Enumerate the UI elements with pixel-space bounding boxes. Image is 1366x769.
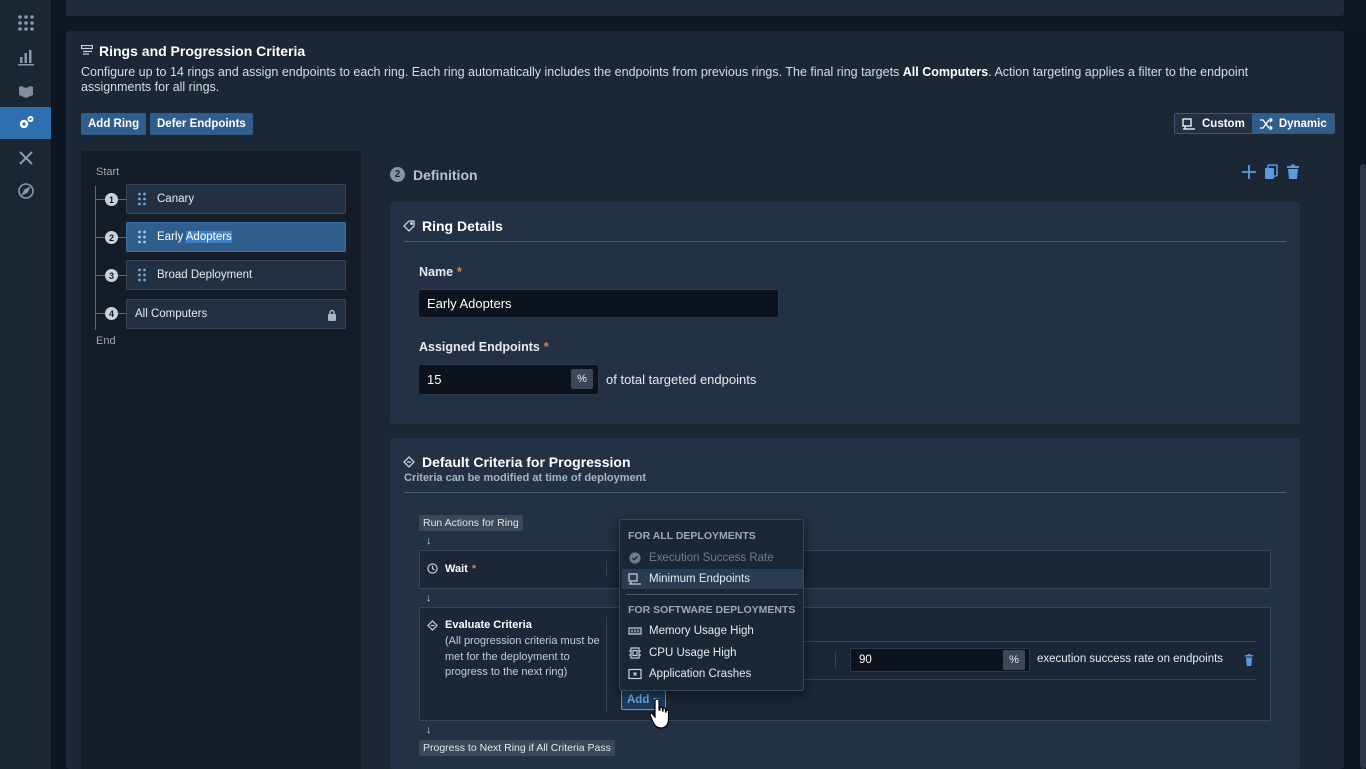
ring-number-2: 2 bbox=[105, 231, 118, 244]
ring-number-3: 3 bbox=[105, 269, 118, 282]
flow-arrow-3: ↓ bbox=[426, 724, 432, 736]
ring-name-input[interactable]: Early Adopters bbox=[418, 289, 779, 318]
run-actions-chip: Run Actions for Ring bbox=[419, 515, 523, 531]
rings-header-icon bbox=[81, 45, 93, 55]
evaluate-diamond-icon bbox=[427, 620, 438, 631]
lock-icon bbox=[328, 309, 336, 321]
ring-number-4: 4 bbox=[105, 307, 118, 320]
ring-item-canary[interactable]: Canary bbox=[126, 184, 346, 214]
ring-details-title: Ring Details bbox=[422, 218, 503, 234]
percent-unit: % bbox=[571, 369, 593, 389]
cpu-icon bbox=[629, 647, 641, 659]
criteria-row-separator bbox=[835, 652, 836, 668]
criterion-description: execution success rate on endpoints bbox=[1037, 653, 1224, 665]
defer-endpoints-button[interactable]: Defer Endpoints bbox=[150, 113, 253, 135]
remove-criterion-trash-icon[interactable] bbox=[1244, 654, 1254, 666]
menu-section-all-deployments: FOR ALL DEPLOYMENTS bbox=[628, 530, 756, 542]
custom-icon bbox=[1182, 117, 1195, 130]
custom-mode-button[interactable]: Custom bbox=[1175, 114, 1252, 133]
nav-rail bbox=[0, 0, 51, 769]
ring-item-label: Canary bbox=[157, 193, 195, 205]
ring-details-divider bbox=[404, 241, 1286, 242]
ring-item-early-adopters[interactable]: Early Adopters bbox=[126, 222, 346, 252]
evaluate-separator bbox=[606, 617, 607, 711]
criteria-divider bbox=[404, 492, 1286, 493]
ring-item-label: Broad Deployment bbox=[157, 269, 253, 281]
page-scrollbar[interactable] bbox=[1360, 164, 1366, 769]
gears-icon[interactable] bbox=[0, 107, 51, 139]
name-label: Name * bbox=[419, 265, 462, 279]
menu-item-cpu-usage-high[interactable]: CPU Usage High bbox=[622, 643, 803, 663]
default-criteria-subtitle: Criteria can be modified at time of depl… bbox=[404, 472, 647, 484]
menu-item-memory-usage-high[interactable]: Memory Usage High bbox=[622, 621, 803, 641]
ring-start-label: Start bbox=[96, 166, 120, 178]
ring-item-label: All Computers bbox=[135, 308, 208, 320]
compass-icon[interactable] bbox=[0, 175, 51, 207]
drag-handle-icon[interactable] bbox=[127, 230, 157, 244]
assigned-endpoints-suffix: of total targeted endpoints bbox=[606, 372, 757, 387]
mode-toggle: Custom Dynamic bbox=[1174, 113, 1335, 134]
wait-separator bbox=[606, 561, 607, 577]
add-ring-button[interactable]: Add Ring bbox=[81, 113, 147, 135]
stack-icon[interactable] bbox=[0, 74, 51, 106]
bar-chart-icon[interactable] bbox=[0, 41, 51, 73]
hand-cursor-icon bbox=[649, 698, 670, 729]
ring-connector-line bbox=[95, 186, 96, 330]
memory-icon bbox=[628, 627, 642, 635]
check-circle-icon bbox=[629, 552, 641, 564]
tag-icon bbox=[403, 220, 415, 232]
add-criteria-menu: FOR ALL DEPLOYMENTS Execution Success Ra… bbox=[619, 519, 804, 691]
criteria-diamond-icon bbox=[403, 456, 415, 468]
menu-section-software-deployments: FOR SOFTWARE DEPLOYMENTS bbox=[628, 604, 796, 616]
drag-handle-icon[interactable] bbox=[127, 268, 157, 282]
trash-icon[interactable] bbox=[1285, 164, 1301, 180]
wait-step-box bbox=[419, 550, 1271, 589]
drag-handle-icon[interactable] bbox=[127, 192, 157, 206]
page-description: Configure up to 14 rings and assign endp… bbox=[81, 65, 1249, 94]
definition-step-number: 2 bbox=[390, 167, 405, 182]
shuffle-icon bbox=[1259, 117, 1273, 130]
clock-icon bbox=[427, 563, 438, 574]
definition-title: Definition bbox=[413, 167, 478, 183]
progress-next-ring-chip: Progress to Next Ring if All Criteria Pa… bbox=[419, 740, 615, 756]
app-crash-icon bbox=[628, 668, 642, 680]
add-icon[interactable] bbox=[1241, 164, 1257, 180]
ring-end-label: End bbox=[96, 335, 116, 347]
ring-number-1: 1 bbox=[105, 193, 118, 206]
menu-divider bbox=[626, 594, 798, 595]
ring-item-label: Early Adopters bbox=[157, 231, 232, 243]
wait-label: Wait * bbox=[445, 563, 477, 575]
top-bar bbox=[66, 0, 1344, 16]
apps-grid-icon[interactable] bbox=[0, 7, 51, 39]
flow-arrow-2: ↓ bbox=[426, 592, 432, 604]
flow-arrow-1: ↓ bbox=[426, 535, 432, 547]
computers-icon bbox=[628, 573, 641, 585]
evaluate-criteria-description: (All progression criteria must be met fo… bbox=[445, 635, 600, 678]
ring-item-broad-deployment[interactable]: Broad Deployment bbox=[126, 260, 346, 290]
evaluate-criteria-label: Evaluate Criteria bbox=[445, 619, 532, 631]
default-criteria-title: Default Criteria for Progression bbox=[422, 454, 631, 470]
assigned-endpoints-label: Assigned Endpoints * bbox=[419, 340, 549, 354]
criterion-percent-unit: % bbox=[1003, 650, 1025, 670]
dynamic-mode-button[interactable]: Dynamic bbox=[1251, 114, 1334, 133]
tools-icon[interactable] bbox=[0, 142, 51, 174]
copy-icon[interactable] bbox=[1263, 164, 1279, 180]
menu-item-application-crashes[interactable]: Application Crashes bbox=[622, 664, 803, 684]
ring-item-all-computers[interactable]: All Computers bbox=[126, 299, 346, 329]
menu-item-execution-success-rate: Execution Success Rate bbox=[622, 548, 803, 568]
page-title: Rings and Progression Criteria bbox=[99, 43, 306, 59]
menu-item-minimum-endpoints[interactable]: Minimum Endpoints bbox=[622, 569, 803, 589]
